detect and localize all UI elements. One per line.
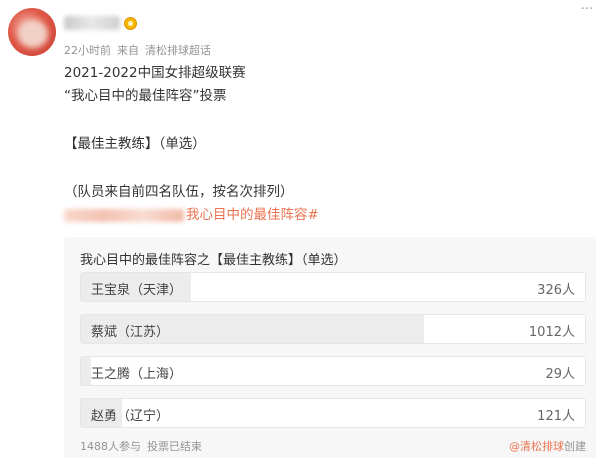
source-prefix: 来自 [117, 44, 139, 57]
hashtag-link[interactable]: 我心目中的最佳阵容# [186, 207, 319, 223]
post-line-1: 2021-2022中国女排超级联赛 [64, 65, 246, 81]
poll-option-label: 王之腾（上海） [91, 367, 183, 382]
poll-option[interactable]: 王宝泉（天津） 326人 [80, 272, 586, 302]
poll-card: 我心目中的最佳阵容之【最佳主教练】（单选） 王宝泉（天津） 326人 蔡斌（江苏… [64, 237, 596, 458]
poll-option-label: 赵勇（辽宁） [91, 409, 170, 424]
poll-stats: 1488人参与 投票已结束 [80, 438, 202, 454]
poll-option-fill [81, 357, 91, 385]
poll-status: 投票已结束 [147, 440, 202, 453]
post-line-4: （队员来自前四名队伍，按名次排列） [64, 184, 294, 200]
poll-participants: 1488人参与 [80, 440, 141, 453]
post-line-5: 我心目中的最佳阵容# [64, 206, 319, 224]
poll-option-count: 29人 [545, 367, 575, 382]
avatar-image [18, 20, 48, 48]
poll-option-label: 蔡斌（江苏） [91, 325, 170, 340]
post-time[interactable]: 22小时前 [64, 44, 111, 57]
more-options-icon[interactable]: ··· [581, 2, 593, 17]
vip-badge-icon [124, 17, 137, 30]
poll-option[interactable]: 蔡斌（江苏） 1012人 [80, 314, 586, 344]
poll-creator-info: @清松排球创建 [509, 438, 586, 454]
poll-option-count: 326人 [537, 283, 575, 298]
poll-option[interactable]: 赵勇（辽宁） 121人 [80, 398, 586, 428]
poll-creator-suffix: 创建 [564, 440, 586, 453]
poll-option-count: 1012人 [528, 325, 575, 340]
post-line-2: “我心目中的最佳阵容”投票 [64, 88, 227, 104]
post-meta: 22小时前 来自 清松排球超话 [64, 42, 211, 58]
poll-creator-link[interactable]: @清松排球 [509, 440, 564, 453]
post-line-3: 【最佳主教练】（单选） [64, 136, 206, 152]
redacted-links [64, 208, 184, 222]
poll-option-count: 121人 [537, 409, 575, 424]
poll-option-label: 王宝泉（天津） [91, 283, 183, 298]
username-redacted[interactable] [64, 16, 120, 30]
poll-title: 我心目中的最佳阵容之【最佳主教练】（单选） [80, 253, 347, 268]
source-link[interactable]: 清松排球超话 [145, 44, 211, 57]
poll-option[interactable]: 王之腾（上海） 29人 [80, 356, 586, 386]
avatar[interactable] [8, 8, 56, 56]
